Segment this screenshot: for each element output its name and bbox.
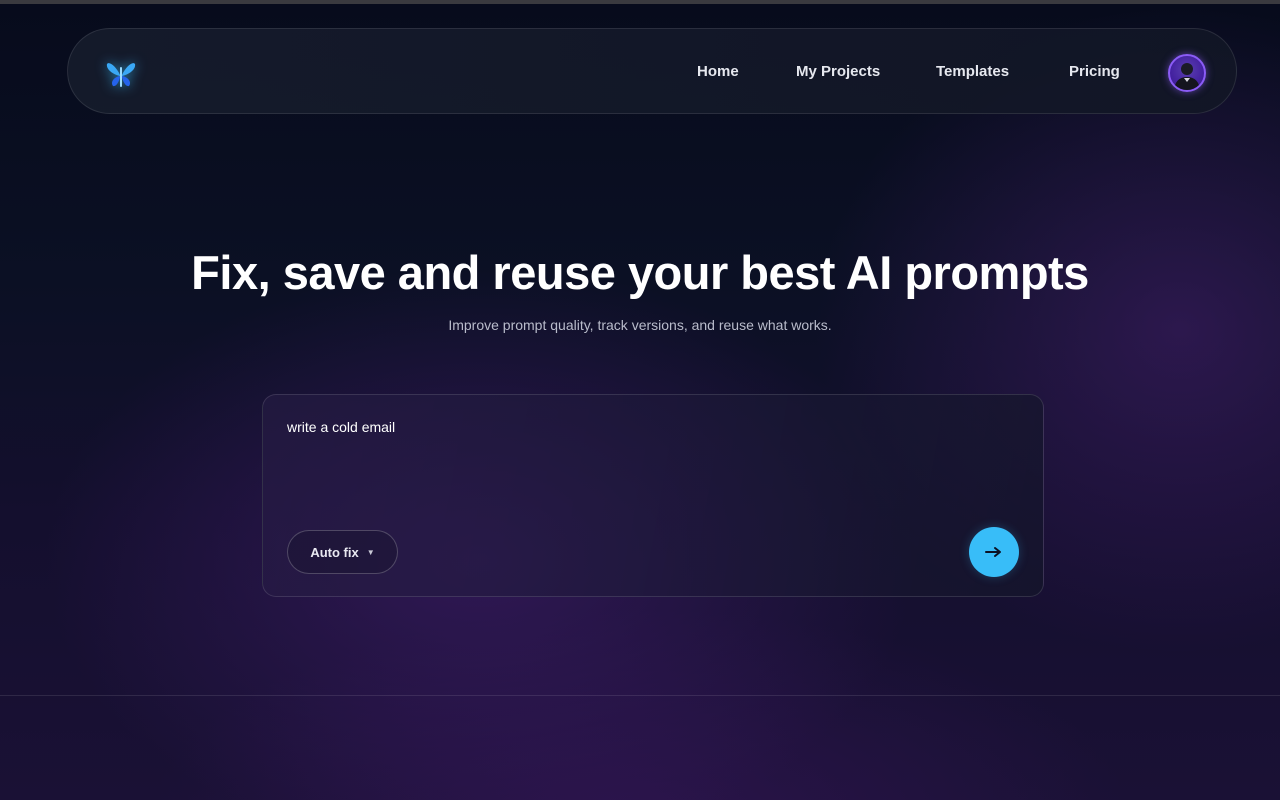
arrow-right-icon bbox=[985, 547, 1001, 557]
mode-dropdown[interactable]: Auto fix ▼ bbox=[287, 530, 398, 574]
caret-down-icon: ▼ bbox=[366, 548, 375, 557]
section-divider bbox=[0, 695, 1280, 696]
nav-link-templates[interactable]: Templates bbox=[936, 63, 1009, 81]
user-avatar[interactable] bbox=[1168, 54, 1206, 92]
prompt-input[interactable]: write a cold email bbox=[287, 417, 1017, 507]
avatar-person-icon bbox=[1174, 63, 1200, 90]
nav-link-home[interactable]: Home bbox=[697, 63, 739, 81]
nav-link-my-projects[interactable]: My Projects bbox=[796, 63, 880, 81]
hero-title: Fix, save and reuse your best AI prompts bbox=[191, 246, 1089, 299]
butterfly-icon[interactable] bbox=[104, 58, 138, 92]
browser-top-strip bbox=[0, 0, 1280, 4]
navbar: Home My Projects Templates Pricing bbox=[67, 28, 1237, 114]
nav-link-pricing[interactable]: Pricing bbox=[1069, 63, 1120, 81]
hero-subtitle: Improve prompt quality, track versions, … bbox=[448, 317, 832, 333]
submit-button[interactable] bbox=[969, 527, 1019, 577]
prompt-card: write a cold email Auto fix ▼ bbox=[262, 394, 1044, 597]
mode-dropdown-label: Auto fix bbox=[310, 544, 359, 560]
